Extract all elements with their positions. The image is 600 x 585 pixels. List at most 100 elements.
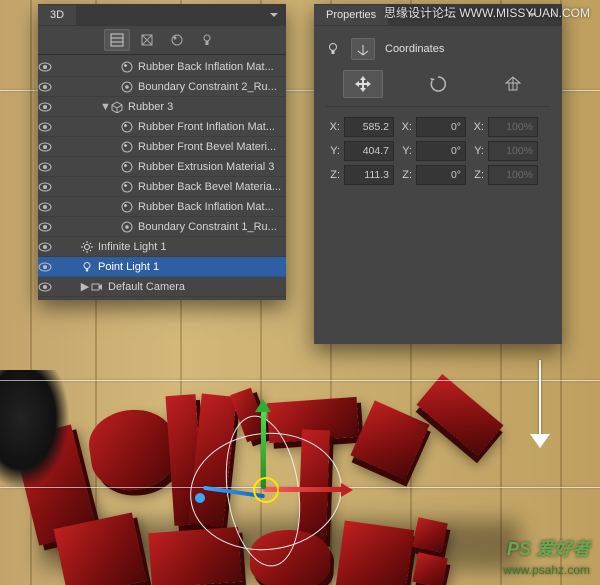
tree-row[interactable]: Rubber Back Inflation Mat...	[38, 197, 286, 217]
cons-icon	[120, 80, 134, 94]
scale-input: 100%	[488, 141, 538, 161]
mat-icon	[120, 140, 134, 154]
tree-row-label: Rubber Back Inflation Mat...	[138, 201, 282, 213]
mode-rotate-icon[interactable]	[418, 70, 458, 98]
rotation-input[interactable]: 0°	[416, 117, 466, 137]
filter-materials-icon[interactable]	[164, 29, 190, 51]
section-title: Coordinates	[385, 43, 444, 55]
bulb-icon	[326, 42, 340, 56]
tree-row-label: Infinite Light 1	[98, 241, 282, 253]
mesh-icon	[110, 100, 124, 114]
horizontal-guide[interactable]	[0, 380, 600, 381]
axis-label: Z:	[326, 169, 340, 181]
visibility-eye-icon[interactable]	[38, 182, 58, 192]
panel-properties[interactable]: Properties × Coordinates X:585.2X:0°X:10…	[314, 4, 562, 344]
tree-row[interactable]: Rubber Extrusion Material 3	[38, 157, 286, 177]
panel-menu-icon[interactable]	[270, 13, 278, 17]
coord-row: X: 585.2 X: 0° X: 100%	[326, 117, 550, 137]
filter-scene-icon[interactable]	[104, 29, 130, 51]
mat-icon	[120, 160, 134, 174]
visibility-eye-icon[interactable]	[38, 142, 58, 152]
axis-label: Y:	[398, 145, 412, 157]
properties-section-header: Coordinates	[326, 38, 550, 60]
mat-icon	[120, 200, 134, 214]
filter-meshes-icon[interactable]	[134, 29, 160, 51]
visibility-eye-icon[interactable]	[38, 222, 58, 232]
stage: 3D Rubber Back Inflation Mat... Boundary …	[0, 0, 600, 585]
scale-input: 100%	[488, 165, 538, 185]
axis-label: Y:	[326, 145, 340, 157]
twist-icon[interactable]: ▶	[80, 280, 90, 293]
tree-row-label: Point Light 1	[98, 261, 282, 273]
axis-label: Y:	[470, 145, 484, 157]
visibility-eye-icon[interactable]	[38, 62, 58, 72]
axis-label: Z:	[398, 169, 412, 181]
visibility-eye-icon[interactable]	[38, 102, 58, 112]
tree-row[interactable]: ▶ Default Camera	[38, 277, 286, 297]
tree-row[interactable]: Rubber Front Inflation Mat...	[38, 117, 286, 137]
tree-row[interactable]: Rubber Back Inflation Mat...	[38, 57, 286, 77]
panel-3d-tabbar: 3D	[38, 4, 286, 26]
axis-label: X:	[326, 121, 340, 133]
scale-input: 100%	[488, 117, 538, 137]
coordinates-icon[interactable]	[351, 38, 375, 60]
coord-row: Y: 404.7 Y: 0° Y: 100%	[326, 141, 550, 161]
visibility-eye-icon[interactable]	[38, 282, 58, 292]
rotation-input[interactable]: 0°	[416, 165, 466, 185]
twist-icon[interactable]: ▼	[100, 101, 110, 113]
tree-row[interactable]: Rubber Back Bevel Materia...	[38, 177, 286, 197]
panel-3d[interactable]: 3D Rubber Back Inflation Mat... Boundary …	[38, 4, 286, 300]
sun-icon	[80, 240, 94, 254]
transform-mode-row	[326, 70, 550, 107]
mat-icon	[120, 180, 134, 194]
watermark-url: www.psahz.com	[503, 563, 590, 577]
tree-row[interactable]: Point Light 1	[38, 257, 286, 277]
mode-move-icon[interactable]	[343, 70, 383, 98]
mat-icon	[120, 120, 134, 134]
watermark-logo: PS 爱好者	[507, 535, 590, 561]
tree-row[interactable]: Boundary Constraint 2_Ru...	[38, 77, 286, 97]
axis-label: X:	[470, 121, 484, 133]
tree-row[interactable]: Rubber Front Bevel Materi...	[38, 137, 286, 157]
visibility-eye-icon[interactable]	[38, 242, 58, 252]
mode-scale-icon[interactable]	[493, 70, 533, 98]
tab-3d[interactable]: 3D	[38, 5, 76, 25]
tree-row[interactable]: Infinite Light 1	[38, 237, 286, 257]
tree-row-label: Rubber Back Bevel Materia...	[138, 181, 282, 193]
tree-row-label: Rubber Back Inflation Mat...	[138, 61, 282, 73]
position-input[interactable]: 585.2	[344, 117, 394, 137]
coordinates-grid: X: 585.2 X: 0° X: 100% Y: 404.7 Y: 0° Y: 100% Z: 111.…	[326, 117, 550, 185]
axis-label: X:	[398, 121, 412, 133]
tree-row-label: Boundary Constraint 2_Ru...	[138, 81, 282, 93]
brush-silhouette	[0, 370, 70, 490]
visibility-eye-icon[interactable]	[38, 82, 58, 92]
position-input[interactable]: 404.7	[344, 141, 394, 161]
mat-icon	[120, 60, 134, 74]
axis-label: Z:	[470, 169, 484, 181]
tree-row-label: Rubber Front Bevel Materi...	[138, 141, 282, 153]
visibility-eye-icon[interactable]	[38, 162, 58, 172]
tab-properties[interactable]: Properties	[314, 5, 388, 25]
cons-icon	[120, 220, 134, 234]
coord-row: Z: 111.3 Z: 0° Z: 100%	[326, 165, 550, 185]
tree-row-label: Rubber Extrusion Material 3	[138, 161, 282, 173]
tree-row-label: Rubber 3	[128, 101, 282, 113]
tree-row[interactable]: ▼ Rubber 3	[38, 97, 286, 117]
tree-row-label: Rubber Front Inflation Mat...	[138, 121, 282, 133]
tree-row[interactable]: Boundary Constraint 1_Ru...	[38, 217, 286, 237]
visibility-eye-icon[interactable]	[38, 122, 58, 132]
3d-filter-toolbar	[38, 26, 286, 55]
3d-scene-tree[interactable]: Rubber Back Inflation Mat... Boundary Con…	[38, 55, 286, 299]
bulb-icon	[80, 260, 94, 274]
tree-row-label: Default Camera	[108, 281, 282, 293]
visibility-eye-icon[interactable]	[38, 202, 58, 212]
cam-icon	[90, 280, 104, 294]
rotation-input[interactable]: 0°	[416, 141, 466, 161]
position-input[interactable]: 111.3	[344, 165, 394, 185]
visibility-eye-icon[interactable]	[38, 262, 58, 272]
annotation-arrow	[530, 360, 550, 450]
horizontal-guide[interactable]	[0, 487, 600, 488]
watermark-top: 思缘设计论坛 WWW.MISSYUAN.COM	[384, 4, 590, 21]
tree-row-label: Boundary Constraint 1_Ru...	[138, 221, 282, 233]
filter-lights-icon[interactable]	[194, 29, 220, 51]
